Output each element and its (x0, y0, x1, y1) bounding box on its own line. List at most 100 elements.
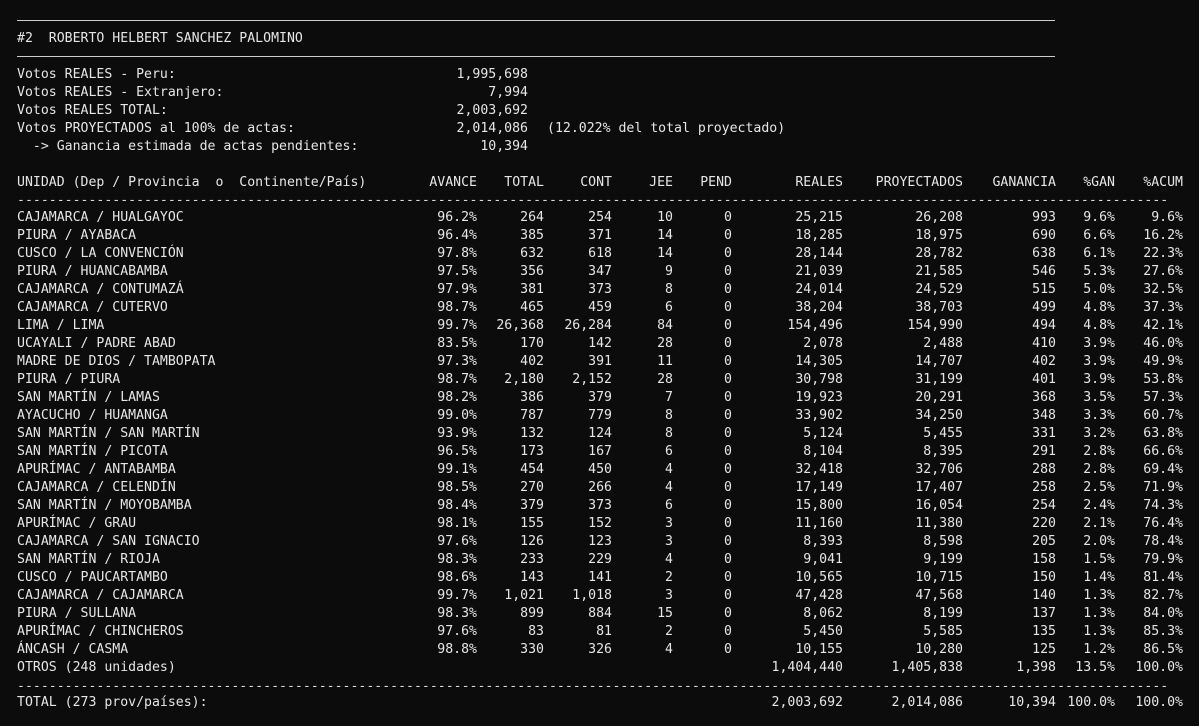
cell: 15,800 (795, 498, 843, 513)
cell: 331 (1032, 426, 1056, 441)
cell: 8 (665, 282, 673, 297)
summary-value: 2,003,692 (456, 103, 528, 118)
cell: 330 (520, 642, 544, 657)
top-rule (17, 20, 1055, 21)
cell: 125 (1032, 642, 1056, 657)
cell: ÁNCASH / CASMA (17, 642, 129, 657)
cell: CONT (580, 175, 612, 190)
cell: 499 (1032, 300, 1056, 315)
table-row: CUSCO / LA CONVENCIÓN 97.8% 632 618 14 0 28,14… (17, 245, 1199, 263)
cell: 0 (724, 516, 732, 531)
table-row: ÁNCASH / CASMA 98.8% 330 326 4 0 10,155 10,280 1… (17, 641, 1199, 659)
cell: 8 (665, 408, 673, 423)
cell: 9 (665, 264, 673, 279)
cell: 7 (665, 390, 673, 405)
cell: 3.9% (1083, 372, 1115, 387)
cell: 4.8% (1083, 300, 1115, 315)
cell: 264 (520, 210, 544, 225)
cell: 97.6% (437, 624, 477, 639)
cell: PIURA / PIURA (17, 372, 121, 387)
cell: 78.4% (1143, 534, 1183, 549)
cell: 2,014,086 (891, 695, 963, 710)
cell: 28 (657, 372, 673, 387)
cell: APURÍMAC / CHINCHEROS (17, 624, 184, 639)
cell: 4 (665, 462, 673, 477)
cell: 17,149 (795, 480, 843, 495)
summary-label: Votos REALES TOTAL: (17, 103, 168, 118)
cell: 33,902 (795, 408, 843, 423)
cell: 3.2% (1083, 426, 1115, 441)
cell: 96.4% (437, 228, 477, 243)
cell: 454 (520, 462, 544, 477)
cell: 98.4% (437, 498, 477, 513)
cell: 1.3% (1083, 588, 1115, 603)
cell: JEE (649, 175, 673, 190)
table-row: CAJAMARCA / CELENDÍN 98.5% 270 266 4 0 17,149 1… (17, 479, 1199, 497)
cell: 14,305 (795, 354, 843, 369)
cell: 3 (665, 588, 673, 603)
table-row: SAN MARTÍN / RIOJA 98.3% 233 229 4 0 9,041 9,19… (17, 551, 1199, 569)
cell: 8 (665, 426, 673, 441)
cell: 787 (520, 408, 544, 423)
cell: 31,199 (915, 372, 963, 387)
cell: OTROS (248 unidades) (17, 660, 176, 675)
cell: 14 (657, 246, 673, 261)
table-row: SAN MARTÍN / PICOTA 96.5% 173 167 6 0 8,104 8,3… (17, 443, 1199, 461)
cell: 546 (1032, 264, 1056, 279)
cell: 233 (520, 552, 544, 567)
cell: SAN MARTÍN / PICOTA (17, 444, 168, 459)
cell: 47,428 (795, 588, 843, 603)
table-row: MADRE DE DIOS / TAMBOPATA 97.3% 402 391 11 0 1… (17, 353, 1199, 371)
cell: 97.8% (437, 246, 477, 261)
cell: 37.3% (1143, 300, 1183, 315)
cell: 1,398 (1016, 660, 1056, 675)
cell: 38,703 (915, 300, 963, 315)
cell: 22.3% (1143, 246, 1183, 261)
total-separator: ----------------------------------------… (17, 682, 1167, 692)
cell: REALES (795, 175, 843, 190)
cell: 173 (520, 444, 544, 459)
summary-value: 10,394 (480, 139, 528, 154)
table-row: SAN MARTÍN / LAMAS 98.2% 386 379 7 0 19,923 20,… (17, 389, 1199, 407)
cell: 8,393 (803, 534, 843, 549)
cell: 2.5% (1083, 480, 1115, 495)
cell: 8,062 (803, 606, 843, 621)
cell: CAJAMARCA / CONTUMAZÁ (17, 282, 184, 297)
cell: 0 (724, 552, 732, 567)
cell: 2,180 (504, 372, 544, 387)
cell: 32.5% (1143, 282, 1183, 297)
cell: 2.1% (1083, 516, 1115, 531)
table-row: SAN MARTÍN / MOYOBAMBA 98.4% 379 373 6 0 15,80… (17, 497, 1199, 515)
cell: 2.0% (1083, 534, 1115, 549)
cell: 98.7% (437, 300, 477, 315)
cell: 18,285 (795, 228, 843, 243)
cell: 368 (1032, 390, 1056, 405)
cell: 3 (665, 534, 673, 549)
cell: 1.2% (1083, 642, 1115, 657)
cell: 205 (1032, 534, 1056, 549)
cell: 0 (724, 642, 732, 657)
cell: 254 (588, 210, 612, 225)
cell: 0 (724, 462, 732, 477)
cell: 632 (520, 246, 544, 261)
cell: 123 (588, 534, 612, 549)
cell: 98.5% (437, 480, 477, 495)
cell: 24,014 (795, 282, 843, 297)
cell: 450 (588, 462, 612, 477)
cell: 9,041 (803, 552, 843, 567)
cell: CAJAMARCA / SAN IGNACIO (17, 534, 200, 549)
cell: 99.0% (437, 408, 477, 423)
cell: 53.8% (1143, 372, 1183, 387)
cell: TOTAL (273 prov/países): (17, 695, 208, 710)
cell: 32,706 (915, 462, 963, 477)
cell: CAJAMARCA / CAJAMARCA (17, 588, 184, 603)
cell: 402 (1032, 354, 1056, 369)
cell: 79.9% (1143, 552, 1183, 567)
cell: APURÍMAC / ANTABAMBA (17, 462, 176, 477)
cell: 5,450 (803, 624, 843, 639)
cell: 5.3% (1083, 264, 1115, 279)
cell: CAJAMARCA / HUALGAYOC (17, 210, 184, 225)
cell: MADRE DE DIOS / TAMBOPATA (17, 354, 216, 369)
cell: 49.9% (1143, 354, 1183, 369)
cell: 84.0% (1143, 606, 1183, 621)
